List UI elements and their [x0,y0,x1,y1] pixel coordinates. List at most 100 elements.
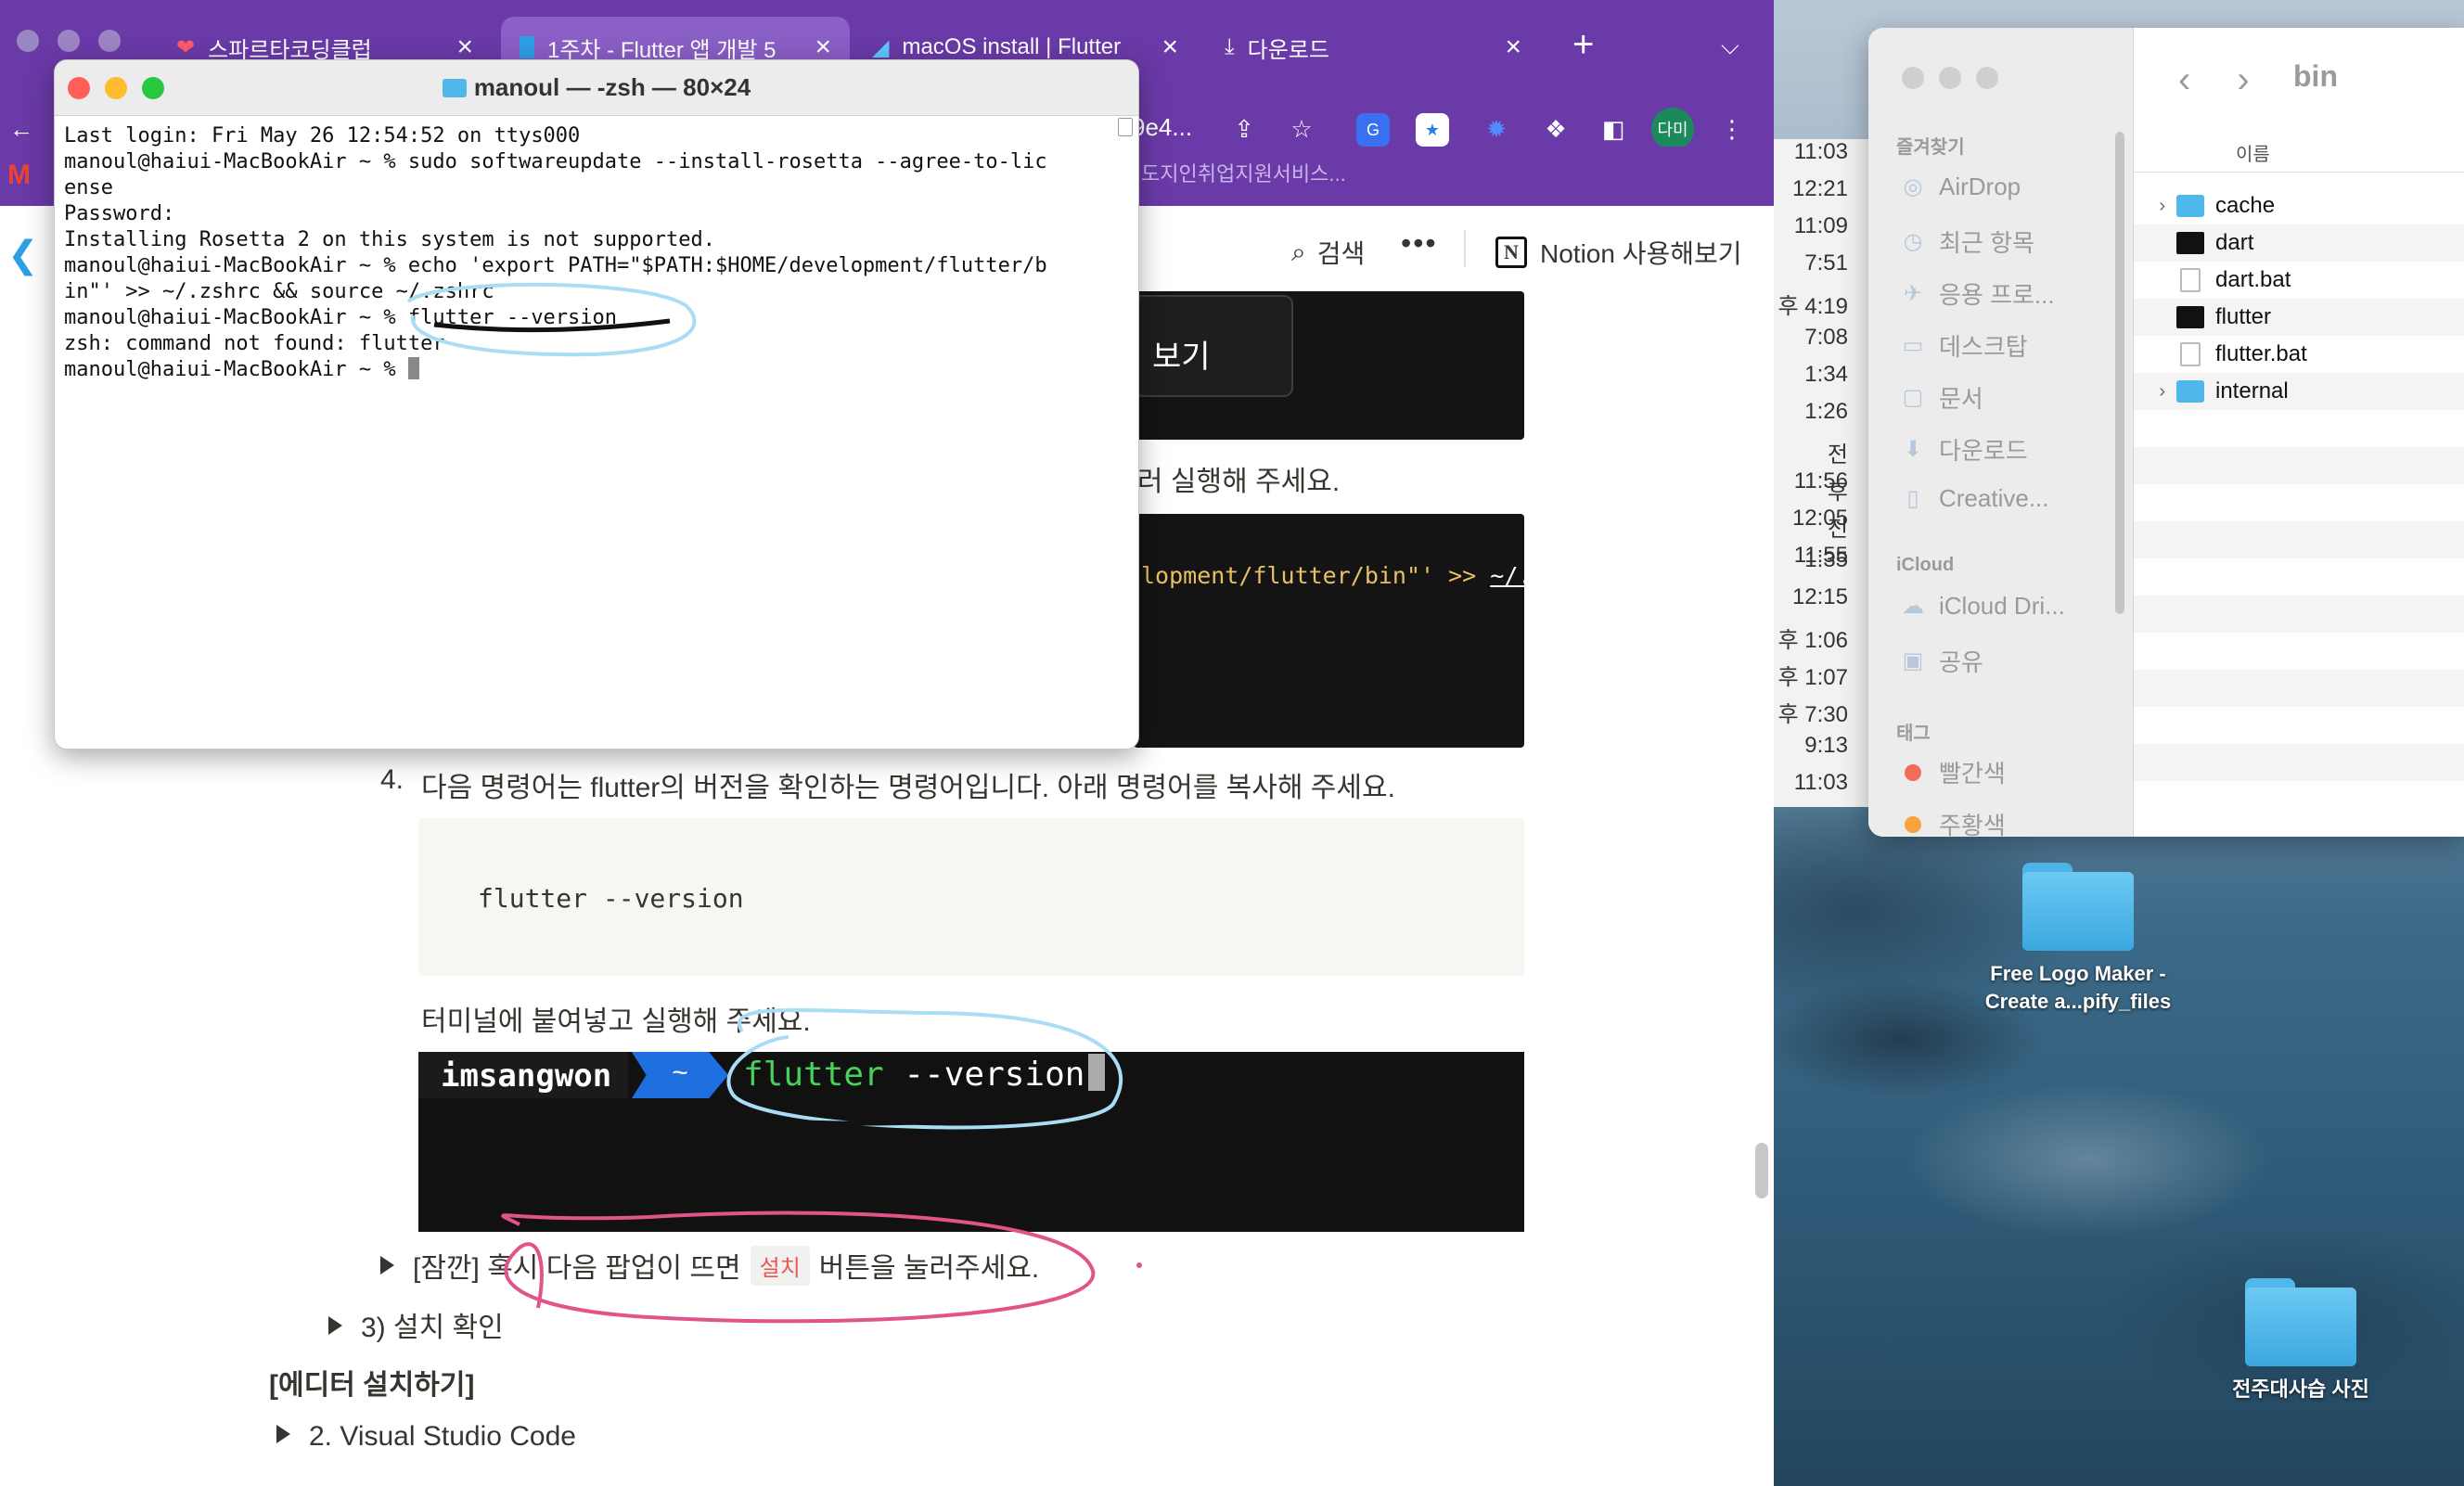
sidebar-item[interactable]: ◷ 최근 항목 [1900,224,2034,259]
time-entry: 전 11:56 [1793,442,1848,493]
window-controls[interactable] [1902,67,1998,89]
folder-icon [2245,1278,2356,1366]
code-block[interactable]: flutter --version [418,818,1524,976]
sidebar-item[interactable]: ▯ Creative... [1900,484,2048,513]
time-column: 11:03 12:21 11:09 7:51 후 4:19 7:08 1:34 1:26 전 1… [1774,139,1848,807]
time-entry: 1:35 [1804,547,1848,572]
toggle-install-check[interactable]: 3) 설치 확인 [328,1304,504,1345]
sidebar-item[interactable]: ⬇ 다운로드 [1900,432,2028,467]
share-icon[interactable]: ⇪ [1225,109,1264,148]
file-row[interactable]: dart [2134,224,2464,262]
file-name: cache [2215,193,2276,218]
tab-label: 다운로드 [1247,37,1329,63]
file-row[interactable]: flutter.bat [2134,336,2464,373]
try-notion-label: Notion 사용해보기 [1540,239,1742,268]
tag-color-dot-icon [1905,815,1921,833]
time-entry: 1:26 [1804,399,1848,424]
forward-chevron-icon[interactable]: › [2237,59,2249,101]
disclosure-chevron-icon[interactable]: › [2134,381,2165,403]
terminal-line: in"' >> ~/.zshrc && source ~/.zshrc [64,280,494,303]
bookmark-star-icon[interactable]: ☆ [1282,109,1321,148]
file-row[interactable]: › internal [2134,373,2464,410]
file-name: flutter [2215,304,2272,329]
toggle-triangle-icon [276,1425,290,1443]
sidebar-tag[interactable]: 빨간색 [1900,755,2006,789]
puzzle-icon[interactable]: ❖ [1536,109,1575,148]
notion-page-icon [520,36,534,58]
empty-row [2134,484,2464,521]
window-controls[interactable] [17,30,121,52]
more-options-icon[interactable]: ••• [1401,226,1438,261]
extension-icon[interactable]: ★ [1416,113,1449,147]
prompt-command: flutter --version [743,1054,1106,1094]
time-entry: 1:34 [1804,362,1848,387]
section-tags: 태그 [1896,724,1931,744]
sidebar-item[interactable]: ☁ iCloud Dri... [1900,592,2065,621]
try-notion-button[interactable]: N Notion 사용해보기 [1495,234,1742,271]
desktop-folder-free-logo-maker[interactable]: Free Logo Maker - Create a...pify_files [1957,863,2199,1016]
back-chevron-icon[interactable]: ‹ [2178,59,2190,101]
sidebar-item-label: AirDrop [1939,173,2021,200]
toggle-vscode[interactable]: 2. Visual Studio Code [276,1421,576,1453]
time-entry: 후 1:06 [1777,628,1848,653]
close-icon[interactable]: × [456,32,473,63]
folder-icon [2176,195,2204,217]
notion-logo-icon: N [1495,237,1527,268]
sidebar-scrollbar[interactable] [2115,132,2124,614]
sidebar-item-label: 공유 [1939,648,1983,676]
bookmark-item[interactable]: 도지인취업지원서비스... [1141,158,1346,187]
file-name: dart.bat [2215,267,2291,292]
tab-search-chevron-icon[interactable]: ⌵ [1721,32,1739,61]
back-arrow-icon[interactable]: ← [2,109,41,148]
terminal-output[interactable]: Last login: Fri May 26 12:54:52 on ttys0… [55,116,1138,391]
desktop-folder-jeonju[interactable]: 전주대사습 사진 [2180,1278,2421,1403]
toggle-popup-note[interactable]: [잠깐] 혹시 다음 팝업이 뜨면 설치 버튼을 눌러주세요. [380,1245,1039,1286]
column-header[interactable]: 이름 [2134,134,2464,173]
new-tab-button[interactable]: + [1572,24,1594,66]
paste-instruction-text: 터미널에 붙여넣고 실행해 주세요. [421,1006,811,1037]
empty-row [2134,447,2464,484]
address-bar[interactable]: 9e4... [1132,113,1192,142]
snowflake-extension-icon[interactable]: ✹ [1477,109,1516,148]
disclosure-chevron-icon[interactable]: › [2134,196,2165,217]
shared-folder-icon: ▣ [1902,648,1924,673]
gmail-icon[interactable]: M [7,160,31,191]
folder-icon [442,79,467,97]
translate-extension-icon[interactable]: G [1356,113,1390,147]
prompt-command-args: --version [883,1056,1085,1094]
toggle-triangle-icon [328,1316,342,1335]
page-scrollbar[interactable] [1755,1143,1768,1198]
file-row[interactable]: flutter [2134,299,2464,336]
empty-row [2134,596,2464,633]
empty-row [2134,410,2464,447]
sidebar-item[interactable]: ◎ AirDrop [1900,173,2021,201]
menu-dots-icon[interactable]: ⋮ [1713,109,1752,148]
file-row[interactable]: dart.bat [2134,262,2464,299]
search-button[interactable]: ⌕ 검색 [1291,234,1365,271]
terminal-titlebar: manoul — -zsh — 80×24 [55,60,1138,116]
tab-downloads[interactable]: ⤓ 다운로드 × [1206,17,1540,78]
close-icon[interactable]: × [815,32,831,63]
sidebar-item[interactable]: ✈ 응용 프로... [1900,276,2055,311]
close-icon[interactable]: × [1161,32,1178,63]
desktop-folder-label: Free Logo Maker - Create a...pify_files [1984,962,2172,1013]
finder-window[interactable]: 즐겨찾기 ◎ AirDrop ◷ 최근 항목 ✈ 응용 프로... ▭ 데스크탑 ▢ 문서 ⬇ 다운로… [1868,28,2464,837]
file-row[interactable]: › cache [2134,187,2464,224]
terminal-window[interactable]: manoul — -zsh — 80×24 Last login: Fri Ma… [54,59,1139,749]
terminal-scroll-icon[interactable] [1118,118,1133,136]
file-name: internal [2215,378,2289,404]
editor-heading: [에디터 설치하기] [269,1370,475,1401]
sidebar-item[interactable]: ▣ 공유 [1900,644,1983,678]
sidebar-icon[interactable]: ◧ [1594,109,1633,148]
prompt-user: imsangwon [418,1052,628,1098]
popup-view-button: 보기 [1134,295,1293,397]
column-header-name: 이름 [2236,145,2270,165]
profile-avatar[interactable]: 다미 [1651,108,1694,150]
sidebar-item[interactable]: ▢ 문서 [1900,380,1983,415]
time-entry: 9:13 [1804,733,1848,758]
sidebar-tag[interactable]: 주황색 [1900,807,2006,837]
code-block-text: flutter --version [478,883,744,914]
finder-file-list: ‹ › bin 이름 › cache dart dart.bat flutter flut… [2134,28,2464,837]
close-icon[interactable]: × [1505,32,1521,63]
sidebar-item[interactable]: ▭ 데스크탑 [1900,328,2028,363]
